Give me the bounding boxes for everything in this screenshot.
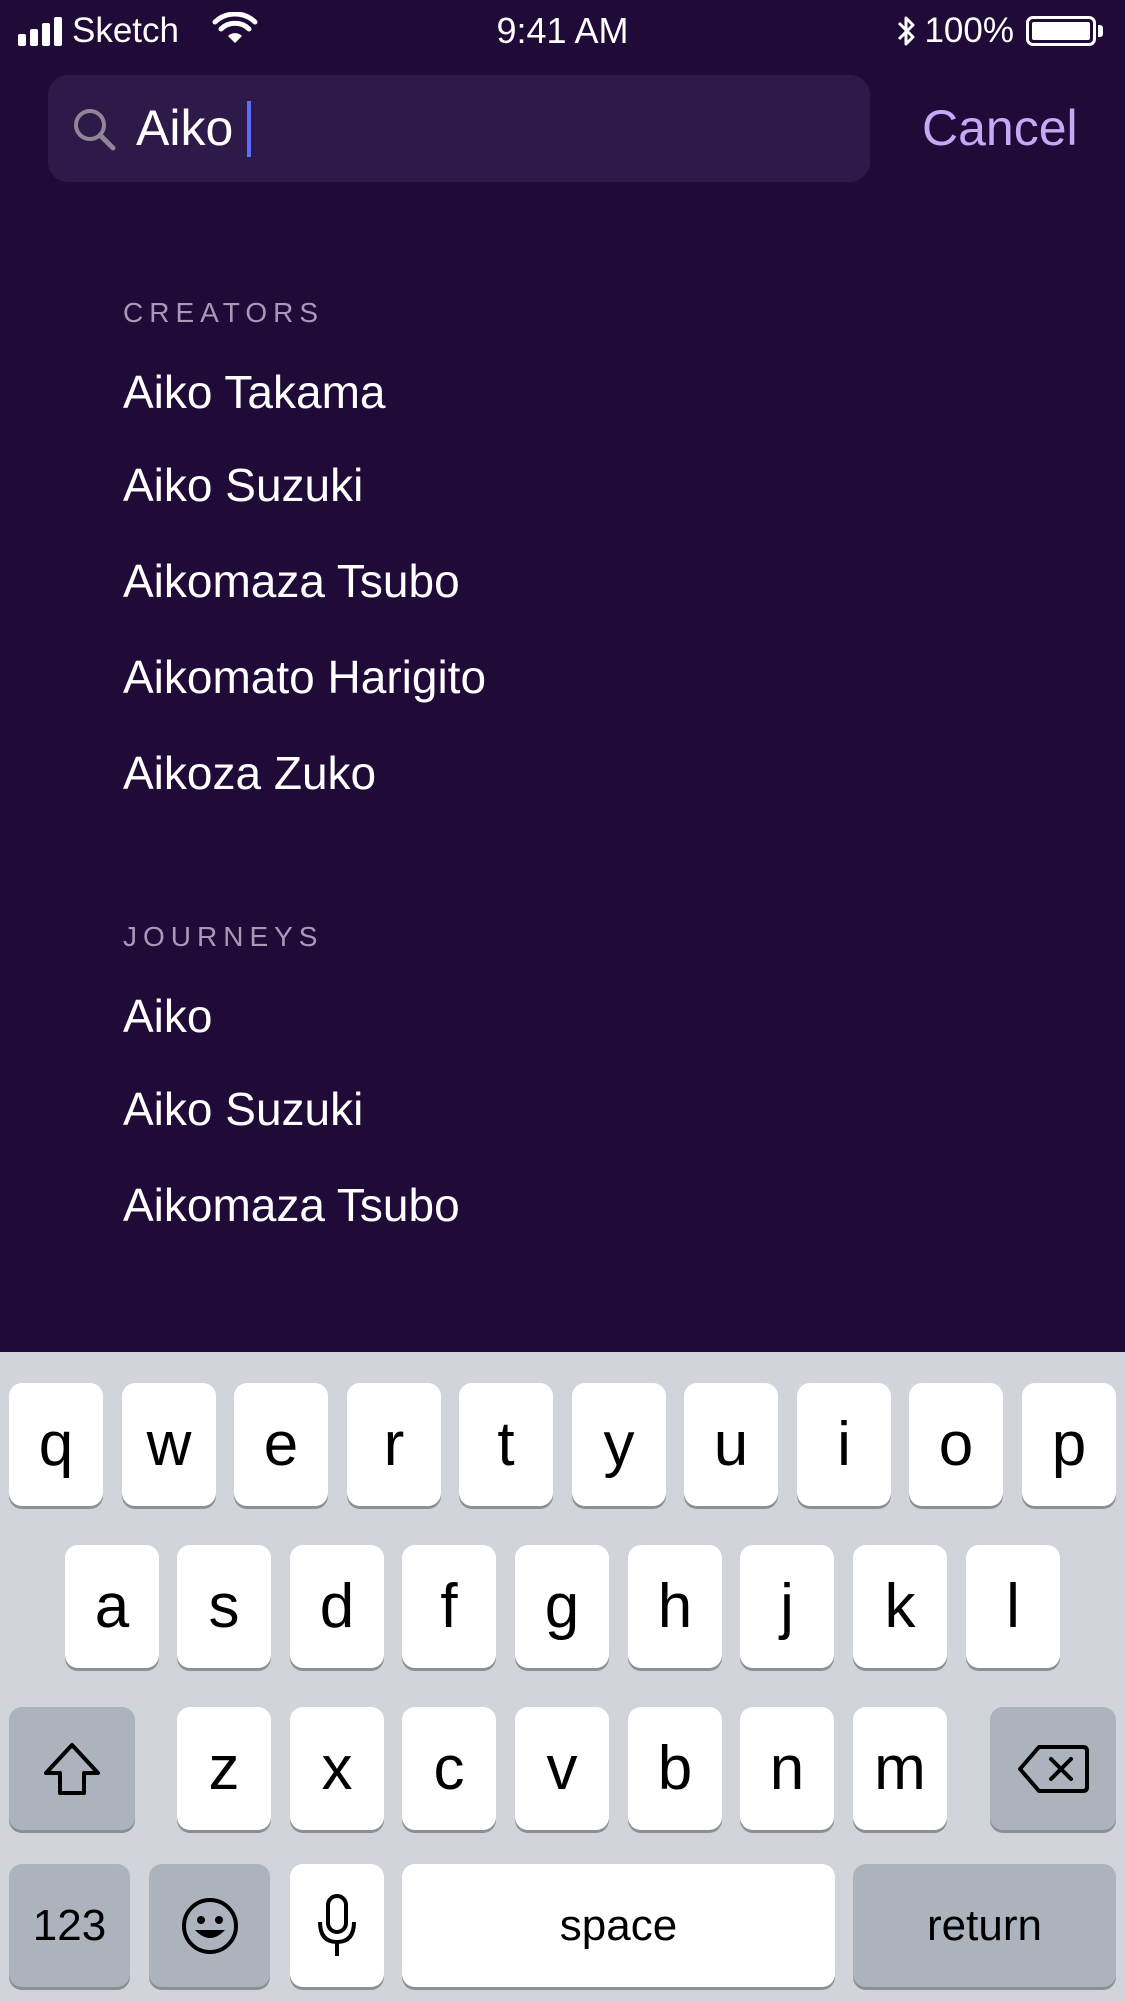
- key-label: i: [837, 1409, 851, 1479]
- key-label: c: [433, 1733, 465, 1803]
- key-label: o: [938, 1409, 974, 1479]
- key-label: return: [927, 1900, 1042, 1950]
- search-input-value: Aiko: [136, 100, 234, 156]
- creator-result-item[interactable]: Aikoza Zuko: [123, 745, 376, 801]
- key-g[interactable]: g: [515, 1545, 609, 1668]
- key-b[interactable]: b: [628, 1707, 722, 1830]
- creator-result-item[interactable]: Aiko Takama: [123, 364, 386, 420]
- search-bar[interactable]: Aiko: [48, 75, 870, 182]
- cancel-button[interactable]: Cancel: [922, 95, 1078, 161]
- battery-nub: [1098, 25, 1103, 37]
- key-r[interactable]: r: [347, 1383, 441, 1506]
- key-t[interactable]: t: [459, 1383, 553, 1506]
- key-label: g: [544, 1571, 580, 1641]
- numbers-key[interactable]: 123: [9, 1864, 130, 1987]
- key-label: f: [440, 1571, 458, 1641]
- key-label: a: [94, 1571, 130, 1641]
- section-header-journeys: JOURNEYS: [123, 921, 324, 952]
- key-label: r: [383, 1409, 405, 1479]
- shift-icon: [44, 1742, 100, 1795]
- key-y[interactable]: y: [572, 1383, 666, 1506]
- key-k[interactable]: k: [853, 1545, 947, 1668]
- microphone-icon: [318, 1893, 356, 1956]
- key-label: j: [780, 1571, 794, 1641]
- key-label: p: [1051, 1409, 1087, 1479]
- delete-icon: [1018, 1744, 1089, 1793]
- key-label: space: [559, 1900, 678, 1950]
- battery-percent: 100%: [924, 11, 1014, 50]
- key-w[interactable]: w: [122, 1383, 216, 1506]
- creator-result-item[interactable]: Aiko Suzuki: [123, 457, 363, 513]
- battery-icon: [1026, 16, 1096, 46]
- journey-result-item[interactable]: Aiko Suzuki: [123, 1081, 363, 1137]
- key-label: u: [713, 1409, 749, 1479]
- key-p[interactable]: p: [1022, 1383, 1116, 1506]
- key-label: e: [263, 1409, 299, 1479]
- emoji-key[interactable]: [149, 1864, 270, 1987]
- key-label: 123: [32, 1900, 107, 1950]
- key-label: w: [146, 1409, 192, 1479]
- journey-result-item[interactable]: Aikomaza Tsubo: [123, 1177, 460, 1233]
- key-e[interactable]: e: [234, 1383, 328, 1506]
- journey-result-item[interactable]: Aiko: [123, 988, 212, 1044]
- text-caret: [247, 100, 252, 157]
- creator-result-item[interactable]: Aikomato Harigito: [123, 649, 486, 705]
- key-label: s: [208, 1571, 240, 1641]
- key-label: y: [603, 1409, 635, 1479]
- key-label: b: [657, 1733, 693, 1803]
- search-input[interactable]: Aiko: [136, 75, 252, 182]
- key-m[interactable]: m: [853, 1707, 947, 1830]
- key-u[interactable]: u: [684, 1383, 778, 1506]
- key-c[interactable]: c: [402, 1707, 496, 1830]
- key-label: k: [884, 1571, 916, 1641]
- key-o[interactable]: o: [909, 1383, 1003, 1506]
- right-status-group: 100%: [894, 9, 1103, 53]
- shift-key[interactable]: [9, 1707, 135, 1830]
- key-h[interactable]: h: [628, 1545, 722, 1668]
- return-key[interactable]: return: [853, 1864, 1116, 1987]
- key-v[interactable]: v: [515, 1707, 609, 1830]
- key-label: z: [208, 1733, 240, 1803]
- key-label: x: [321, 1733, 353, 1803]
- space-key[interactable]: space: [402, 1864, 835, 1987]
- section-header-creators: CREATORS: [123, 297, 324, 328]
- key-n[interactable]: n: [740, 1707, 834, 1830]
- key-label: l: [1006, 1571, 1020, 1641]
- key-label: h: [657, 1571, 693, 1641]
- key-x[interactable]: x: [290, 1707, 384, 1830]
- key-z[interactable]: z: [177, 1707, 271, 1830]
- key-l[interactable]: l: [966, 1545, 1060, 1668]
- key-j[interactable]: j: [740, 1545, 834, 1668]
- key-i[interactable]: i: [797, 1383, 891, 1506]
- key-a[interactable]: a: [65, 1545, 159, 1668]
- key-d[interactable]: d: [290, 1545, 384, 1668]
- key-label: n: [769, 1733, 805, 1803]
- creator-result-item[interactable]: Aikomaza Tsubo: [123, 553, 460, 609]
- emoji-icon: [181, 1897, 238, 1954]
- status-bar: Sketch 9:41 AM 100%: [0, 0, 1125, 62]
- key-q[interactable]: q: [9, 1383, 103, 1506]
- key-label: d: [319, 1571, 355, 1641]
- key-f[interactable]: f: [402, 1545, 496, 1668]
- dictation-key[interactable]: [290, 1864, 384, 1987]
- bluetooth-icon: [898, 16, 915, 46]
- delete-key[interactable]: [990, 1707, 1116, 1830]
- key-s[interactable]: s: [177, 1545, 271, 1668]
- search-icon: [74, 109, 116, 151]
- keyboard: q w e r t y u i o p a s d f g h j k l z …: [0, 1352, 1125, 2001]
- key-label: m: [874, 1733, 926, 1803]
- key-label: v: [546, 1733, 578, 1803]
- key-label: q: [38, 1409, 74, 1479]
- key-label: t: [497, 1409, 515, 1479]
